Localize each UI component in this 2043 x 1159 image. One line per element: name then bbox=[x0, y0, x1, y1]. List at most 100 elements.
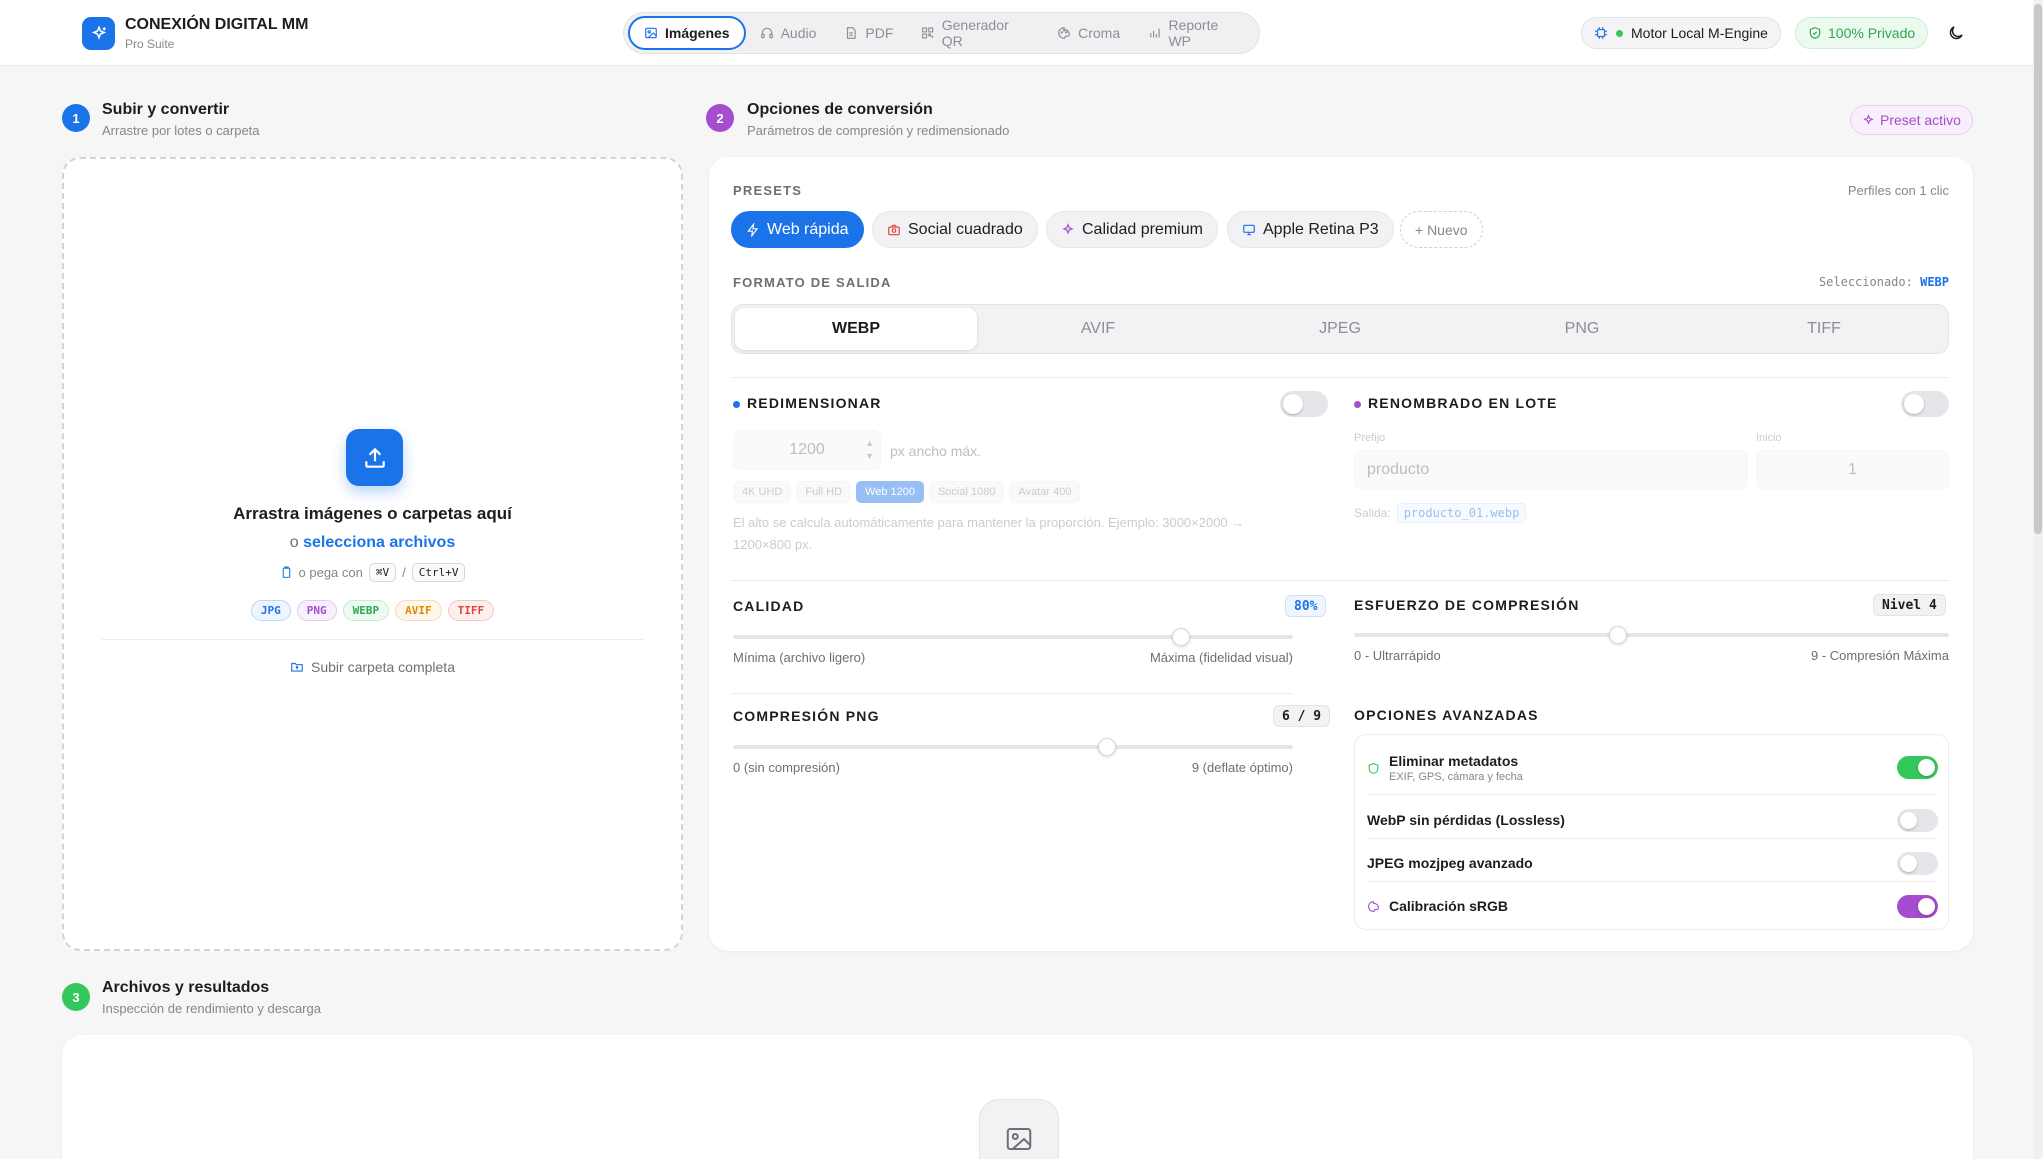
upload-folder-button[interactable]: Subir carpeta completa bbox=[64, 659, 681, 675]
section-title: Opciones de conversión bbox=[747, 101, 933, 118]
quality-slider[interactable] bbox=[733, 628, 1293, 646]
preset-apple-retina[interactable]: Apple Retina P3 bbox=[1227, 211, 1394, 248]
new-preset-button[interactable]: + Nuevo bbox=[1400, 211, 1483, 248]
mozjpeg-toggle[interactable] bbox=[1897, 852, 1938, 875]
prefix-input[interactable]: producto bbox=[1354, 450, 1748, 490]
or-text: o bbox=[289, 534, 299, 551]
size-chip-active[interactable]: Web 1200 bbox=[856, 481, 924, 503]
option-srgb: Calibración sRGB bbox=[1367, 889, 1936, 923]
png-compression-slider[interactable] bbox=[733, 738, 1293, 756]
format-option-webp[interactable]: WEBP bbox=[735, 308, 977, 350]
selected-prefix: Seleccionado: bbox=[1818, 275, 1913, 289]
format-option-jpeg[interactable]: JPEG bbox=[1219, 308, 1461, 350]
rename-label: RENOMBRADO EN LOTE bbox=[1354, 395, 1558, 411]
section-subtitle: Parámetros de compresión y redimensionad… bbox=[747, 123, 1010, 138]
nav-tab-imagenes[interactable]: Imágenes bbox=[628, 16, 746, 50]
png-compression-value: 6 / 9 bbox=[1273, 705, 1331, 727]
width-unit: px ancho máx. bbox=[890, 443, 982, 459]
section-title: Subir y convertir bbox=[102, 101, 230, 118]
presets-hint: Perfiles con 1 clic bbox=[1847, 183, 1949, 198]
preset-label: Social cuadrado bbox=[908, 220, 1023, 238]
section-subtitle: Arrastre por lotes o carpeta bbox=[102, 123, 260, 138]
srgb-toggle[interactable] bbox=[1897, 895, 1938, 918]
page-scrollbar[interactable] bbox=[2033, 0, 2043, 1159]
option-webp-lossless: WebP sin pérdidas (Lossless) bbox=[1367, 803, 1936, 837]
main-nav: Imágenes Audio PDF Generador QR Croma Re… bbox=[623, 12, 1260, 54]
step-number: 3 bbox=[62, 983, 90, 1011]
format-chip: PNG bbox=[296, 600, 337, 621]
nav-tab-qr[interactable]: Generador QR bbox=[907, 16, 1043, 50]
format-chip: TIFF bbox=[447, 600, 495, 621]
theme-toggle-button[interactable] bbox=[1943, 20, 1969, 46]
preset-active-label: Preset activo bbox=[1880, 112, 1961, 128]
output-format-selector: WEBP AVIF JPEG PNG TIFF bbox=[731, 304, 1949, 354]
upload-icon[interactable] bbox=[346, 429, 403, 486]
format-chip: JPG bbox=[250, 600, 291, 621]
rename-toggle[interactable] bbox=[1901, 391, 1949, 417]
png-compression-slider-thumb[interactable] bbox=[1097, 738, 1116, 756]
prefix-label: Prefijo bbox=[1354, 432, 1386, 444]
nav-tab-pdf[interactable]: PDF bbox=[830, 16, 907, 50]
kbd-windows: Ctrl+V bbox=[411, 563, 466, 582]
png-min-label: 0 (sin compresión) bbox=[733, 760, 840, 775]
size-chip[interactable]: Avatar 400 bbox=[1009, 481, 1081, 503]
preset-active-badge: Preset activo bbox=[1850, 105, 1973, 135]
resize-toggle[interactable] bbox=[1280, 391, 1328, 417]
brand-subtitle: Pro Suite bbox=[125, 37, 175, 51]
nav-tab-croma[interactable]: Croma bbox=[1043, 16, 1134, 50]
preset-web-rapida[interactable]: Web rápida bbox=[731, 211, 864, 248]
headphones-icon bbox=[760, 27, 773, 39]
bar-chart-icon bbox=[1150, 28, 1160, 38]
effort-slider-thumb[interactable] bbox=[1609, 626, 1628, 644]
qr-icon bbox=[922, 27, 934, 39]
divider bbox=[731, 580, 1949, 581]
start-input[interactable]: 1 bbox=[1756, 450, 1949, 490]
nav-tab-reporte-wp[interactable]: Reporte WP bbox=[1134, 16, 1255, 50]
format-option-png[interactable]: PNG bbox=[1461, 308, 1703, 350]
size-chip[interactable]: 4K UHD bbox=[733, 481, 792, 503]
size-chip[interactable]: Social 1080 bbox=[928, 481, 1005, 503]
kbd-separator: / bbox=[402, 565, 406, 580]
sparkle-icon bbox=[1062, 222, 1074, 234]
webp-lossless-toggle[interactable] bbox=[1897, 809, 1938, 832]
advanced-options-label: OPCIONES AVANZADAS bbox=[1354, 707, 1539, 723]
option-title: Calibración sRGB bbox=[1389, 898, 1509, 914]
app-header: CONEXIÓN DIGITAL MM Pro Suite Imágenes A… bbox=[0, 0, 2043, 66]
engine-label: Motor Local M-Engine bbox=[1631, 25, 1768, 41]
png-compression-label: COMPRESIÓN PNG bbox=[733, 708, 880, 724]
strip-metadata-toggle[interactable] bbox=[1897, 756, 1938, 779]
quality-slider-thumb[interactable] bbox=[1172, 628, 1190, 646]
stepper-arrows-icon[interactable]: ▲ ▼ bbox=[865, 437, 874, 463]
size-chip[interactable]: Full HD bbox=[796, 481, 852, 503]
quality-max-label: Máxima (fidelidad visual) bbox=[1149, 650, 1293, 665]
brand-name: CONEXIÓN DIGITAL MM bbox=[125, 16, 309, 33]
upload-dropzone[interactable]: Arrastra imágenes o carpetas aquí o sele… bbox=[62, 157, 683, 951]
option-title: Eliminar metadatos bbox=[1389, 753, 1519, 769]
nav-tab-label: Croma bbox=[1078, 25, 1121, 41]
preset-calidad-premium[interactable]: Calidad premium bbox=[1046, 211, 1218, 248]
privacy-label: 100% Privado bbox=[1828, 25, 1916, 41]
select-files-link[interactable]: selecciona archivos bbox=[303, 534, 455, 551]
resize-label: REDIMENSIONAR bbox=[733, 395, 882, 411]
nav-tab-label: Generador QR bbox=[941, 17, 1009, 49]
divider bbox=[731, 693, 1293, 694]
effort-slider[interactable] bbox=[1354, 626, 1949, 644]
preset-social-cuadrado[interactable]: Social cuadrado bbox=[872, 211, 1038, 248]
upload-folder-label: Subir carpeta completa bbox=[311, 659, 455, 675]
divider bbox=[731, 377, 1949, 378]
dropzone-title: Arrastra imágenes o carpetas aquí bbox=[233, 504, 512, 523]
option-strip-metadata: Eliminar metadatos EXIF, GPS, cámara y f… bbox=[1367, 747, 1936, 789]
nav-tab-label: Imágenes bbox=[665, 25, 730, 41]
nav-tab-audio[interactable]: Audio bbox=[746, 16, 831, 50]
folder-upload-icon bbox=[291, 662, 303, 672]
format-option-tiff[interactable]: TIFF bbox=[1703, 308, 1945, 350]
selected-format: WEBP bbox=[1920, 275, 1949, 289]
clipboard-icon bbox=[282, 566, 290, 578]
start-label: Inicio bbox=[1756, 432, 1782, 444]
section-subtitle: Inspección de rendimiento y descarga bbox=[102, 1001, 321, 1016]
divider bbox=[1367, 881, 1936, 882]
scrollbar-thumb[interactable] bbox=[2034, 4, 2042, 534]
output-filename: producto_01.webp bbox=[1396, 503, 1527, 523]
width-input[interactable]: 1200 ▲ ▼ bbox=[733, 430, 881, 470]
format-option-avif[interactable]: AVIF bbox=[977, 308, 1219, 350]
